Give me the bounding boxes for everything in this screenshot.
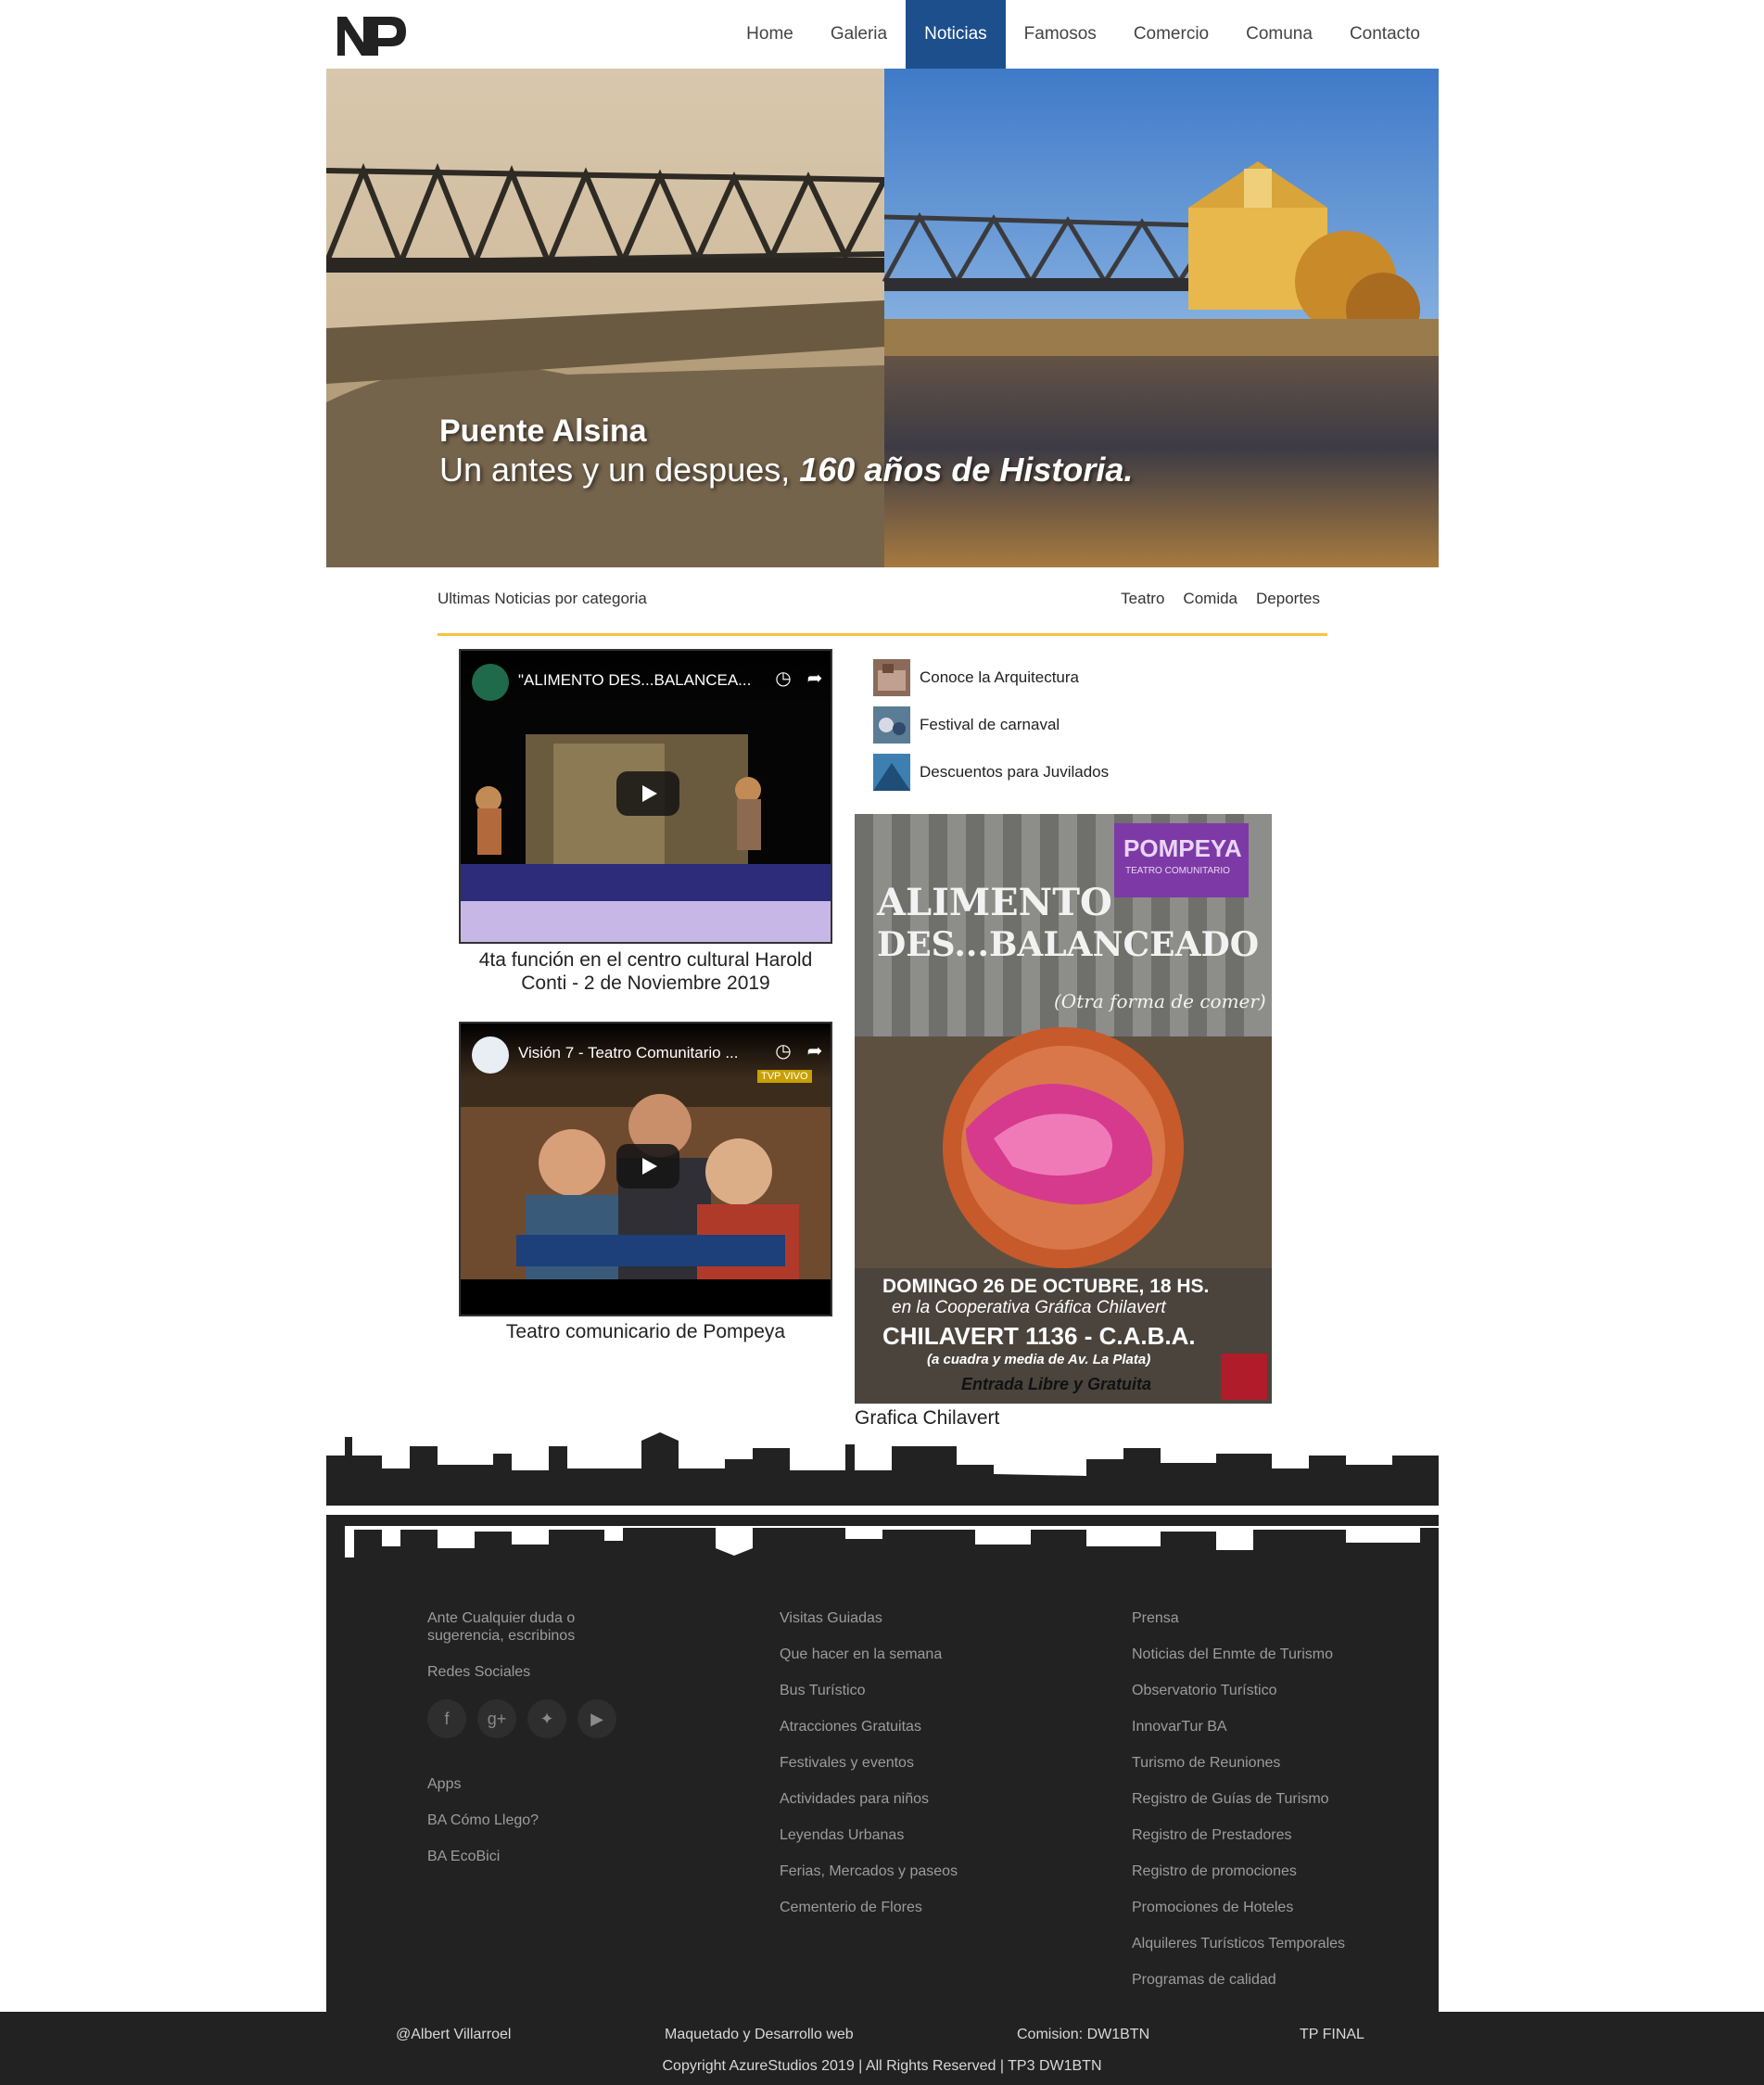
- watch-later-icon[interactable]: ◷: [772, 1040, 794, 1062]
- np-logo[interactable]: [336, 9, 410, 59]
- share-icon[interactable]: ➦: [804, 1040, 826, 1062]
- channel-avatar-icon[interactable]: [472, 1036, 509, 1074]
- poster-place: en la Cooperativa Gráfica Chilavert: [892, 1298, 1166, 1317]
- nav-comuna[interactable]: Comuna: [1227, 0, 1331, 69]
- retirees-thumb: [873, 754, 910, 791]
- site-header: Home Galeria Noticias Famosos Comercio C…: [326, 0, 1439, 69]
- event-poster[interactable]: POMPEYA TEATRO COMUNITARIO ALIMENTO DES.…: [855, 814, 1272, 1404]
- play-button[interactable]: [616, 1144, 679, 1189]
- footer-link[interactable]: Cementerio de Flores: [780, 1899, 1076, 1916]
- footer-link[interactable]: Noticias del Enmte de Turismo: [1132, 1646, 1428, 1663]
- footer-link[interactable]: Festivales y eventos: [780, 1754, 1076, 1772]
- footer-link[interactable]: Promociones de Hoteles: [1132, 1899, 1428, 1916]
- video-title-1[interactable]: "ALIMENTO DES...BALANCEA...: [518, 671, 751, 690]
- footer-social-title: Redes Sociales: [427, 1664, 531, 1680]
- copyright-text: Copyright AzureStudios 2019 | All Rights…: [662, 2058, 1102, 2074]
- footer-link[interactable]: Alquileres Turísticos Temporales: [1132, 1935, 1428, 1952]
- poster-line2: DES...BALANCEADO: [877, 925, 1260, 964]
- side-news-label: Festival de carnaval: [920, 716, 1060, 733]
- site-footer: Ante Cualquier duda o sugerencia, escrib…: [326, 1576, 1439, 2012]
- video-caption-2: Teatro comunicario de Pompeya: [505, 1321, 786, 1342]
- footer-link[interactable]: Bus Turístico: [780, 1682, 1076, 1699]
- footer-link[interactable]: Que hacer en la semana: [780, 1646, 1076, 1663]
- footer-col-tourism: Visitas Guiadas Que hacer en la semana B…: [780, 1609, 1076, 1935]
- watch-later-icon[interactable]: ◷: [772, 667, 794, 690]
- architecture-thumb: [873, 659, 910, 696]
- footer-link[interactable]: Leyendas Urbanas: [780, 1826, 1076, 1844]
- category-deportes[interactable]: Deportes: [1256, 590, 1320, 608]
- role-credit: Maquetado y Desarrollo web: [665, 2027, 854, 2042]
- nav-famosos[interactable]: Famosos: [1006, 0, 1115, 69]
- footer-link[interactable]: Registro de Prestadores: [1132, 1826, 1428, 1844]
- footer-link[interactable]: Atracciones Gratuitas: [780, 1718, 1076, 1735]
- twitter-icon[interactable]: ✦: [527, 1699, 566, 1738]
- poster-line1: ALIMENTO: [877, 881, 1112, 924]
- category-links: Teatro Comida Deportes: [1121, 590, 1320, 608]
- poster-caption: Grafica Chilavert: [855, 1407, 1000, 1429]
- video-title-2[interactable]: Visión 7 - Teatro Comunitario ...: [518, 1044, 739, 1062]
- category-title: Ultimas Noticias por categoria: [438, 590, 647, 607]
- commission-credit: Comision: DW1BTN: [1017, 2027, 1150, 2042]
- main-nav: Home Galeria Noticias Famosos Comercio C…: [728, 0, 1439, 69]
- youtube-icon[interactable]: ▶: [577, 1699, 616, 1738]
- footer-link[interactable]: Actividades para niños: [780, 1790, 1076, 1808]
- side-news-label: Conoce la Arquitectura: [920, 668, 1079, 686]
- video-player-1[interactable]: "ALIMENTO DES...BALANCEA... ◷ ➦: [459, 649, 832, 944]
- footer-app-link[interactable]: BA Cómo Llego?: [427, 1812, 641, 1829]
- footer-link[interactable]: Turismo de Reuniones: [1132, 1754, 1428, 1772]
- nav-home[interactable]: Home: [728, 0, 812, 69]
- nav-contacto[interactable]: Contacto: [1331, 0, 1439, 69]
- project-credit: TP FINAL: [1300, 2027, 1364, 2042]
- nav-comercio[interactable]: Comercio: [1115, 0, 1227, 69]
- live-badge: TVP VIVO: [757, 1070, 812, 1083]
- facebook-icon[interactable]: f: [427, 1699, 466, 1738]
- hero-subtitle: Un antes y un despues, 160 años de Histo…: [439, 451, 1133, 489]
- nav-noticias[interactable]: Noticias: [906, 0, 1006, 69]
- footer-app-link[interactable]: BA EcoBici: [427, 1848, 641, 1865]
- footer-link[interactable]: Observatorio Turístico: [1132, 1682, 1428, 1699]
- footer-link[interactable]: Programas de calidad: [1132, 1971, 1428, 1989]
- hero-banner: Puente Alsina Un antes y un despues, 160…: [326, 69, 1439, 567]
- footer-link[interactable]: Registro de promociones: [1132, 1863, 1428, 1880]
- poster-brand: POMPEYA: [1123, 834, 1242, 862]
- poster-brand-sub: TEATRO COMUNITARIO: [1125, 866, 1230, 876]
- hero-bridge-image: [326, 69, 1439, 567]
- video-caption-1: 4ta función en el centro cultural Harold…: [478, 949, 813, 994]
- poster-directions: (a cuadra y media de Av. La Plata): [927, 1352, 1151, 1367]
- share-icon[interactable]: ➦: [804, 667, 826, 690]
- poster-date: DOMINGO 26 DE OCTUBRE, 18 HS.: [882, 1276, 1210, 1297]
- category-teatro[interactable]: Teatro: [1121, 590, 1164, 608]
- play-button[interactable]: [616, 771, 679, 816]
- google-plus-icon[interactable]: g+: [477, 1699, 516, 1738]
- author-credit: @Albert Villarroel: [396, 2027, 512, 2042]
- video-player-2[interactable]: Visión 7 - Teatro Comunitario ... ◷ ➦ TV…: [459, 1022, 832, 1316]
- poster-line3: (Otra forma de comer): [1054, 990, 1266, 1012]
- footer-link[interactable]: Prensa: [1132, 1609, 1428, 1627]
- nav-galeria[interactable]: Galeria: [812, 0, 906, 69]
- poster-address: CHILAVERT 1136 - C.A.B.A.: [882, 1322, 1196, 1350]
- hero-title: Puente Alsina: [439, 413, 647, 449]
- bottom-bar: @Albert Villarroel Maquetado y Desarroll…: [0, 2012, 1764, 2085]
- footer-link[interactable]: InnovarTur BA: [1132, 1718, 1428, 1735]
- footer-col-contact: Ante Cualquier duda o sugerencia, escrib…: [427, 1609, 641, 1884]
- side-news-item[interactable]: Descuentos para Juvilados: [873, 754, 1109, 791]
- poster-entry: Entrada Libre y Gratuita: [961, 1375, 1152, 1393]
- category-comida[interactable]: Comida: [1183, 590, 1237, 608]
- category-bar: Ultimas Noticias por categoria Teatro Co…: [438, 567, 1327, 636]
- hero-subtitle-plain: Un antes y un despues,: [439, 451, 800, 489]
- footer-col-press: Prensa Noticias del Enmte de Turismo Obs…: [1132, 1609, 1428, 2007]
- footer-contact-link[interactable]: Ante Cualquier duda o sugerencia, escrib…: [427, 1609, 641, 1645]
- footer-apps-title: Apps: [427, 1776, 462, 1792]
- side-news-label: Descuentos para Juvilados: [920, 763, 1110, 781]
- hero-subtitle-bold: 160 años de Historia.: [799, 451, 1134, 489]
- side-news-item[interactable]: Festival de carnaval: [873, 706, 1060, 744]
- carnival-thumb: [873, 706, 910, 744]
- footer-link[interactable]: Visitas Guiadas: [780, 1609, 1076, 1627]
- footer-link[interactable]: Registro de Guías de Turismo: [1132, 1790, 1428, 1808]
- side-news-item[interactable]: Conoce la Arquitectura: [873, 659, 1079, 696]
- footer-link[interactable]: Ferias, Mercados y paseos: [780, 1863, 1076, 1880]
- social-icons: f g+ ✦ ▶: [427, 1699, 641, 1757]
- channel-avatar-icon[interactable]: [472, 664, 509, 701]
